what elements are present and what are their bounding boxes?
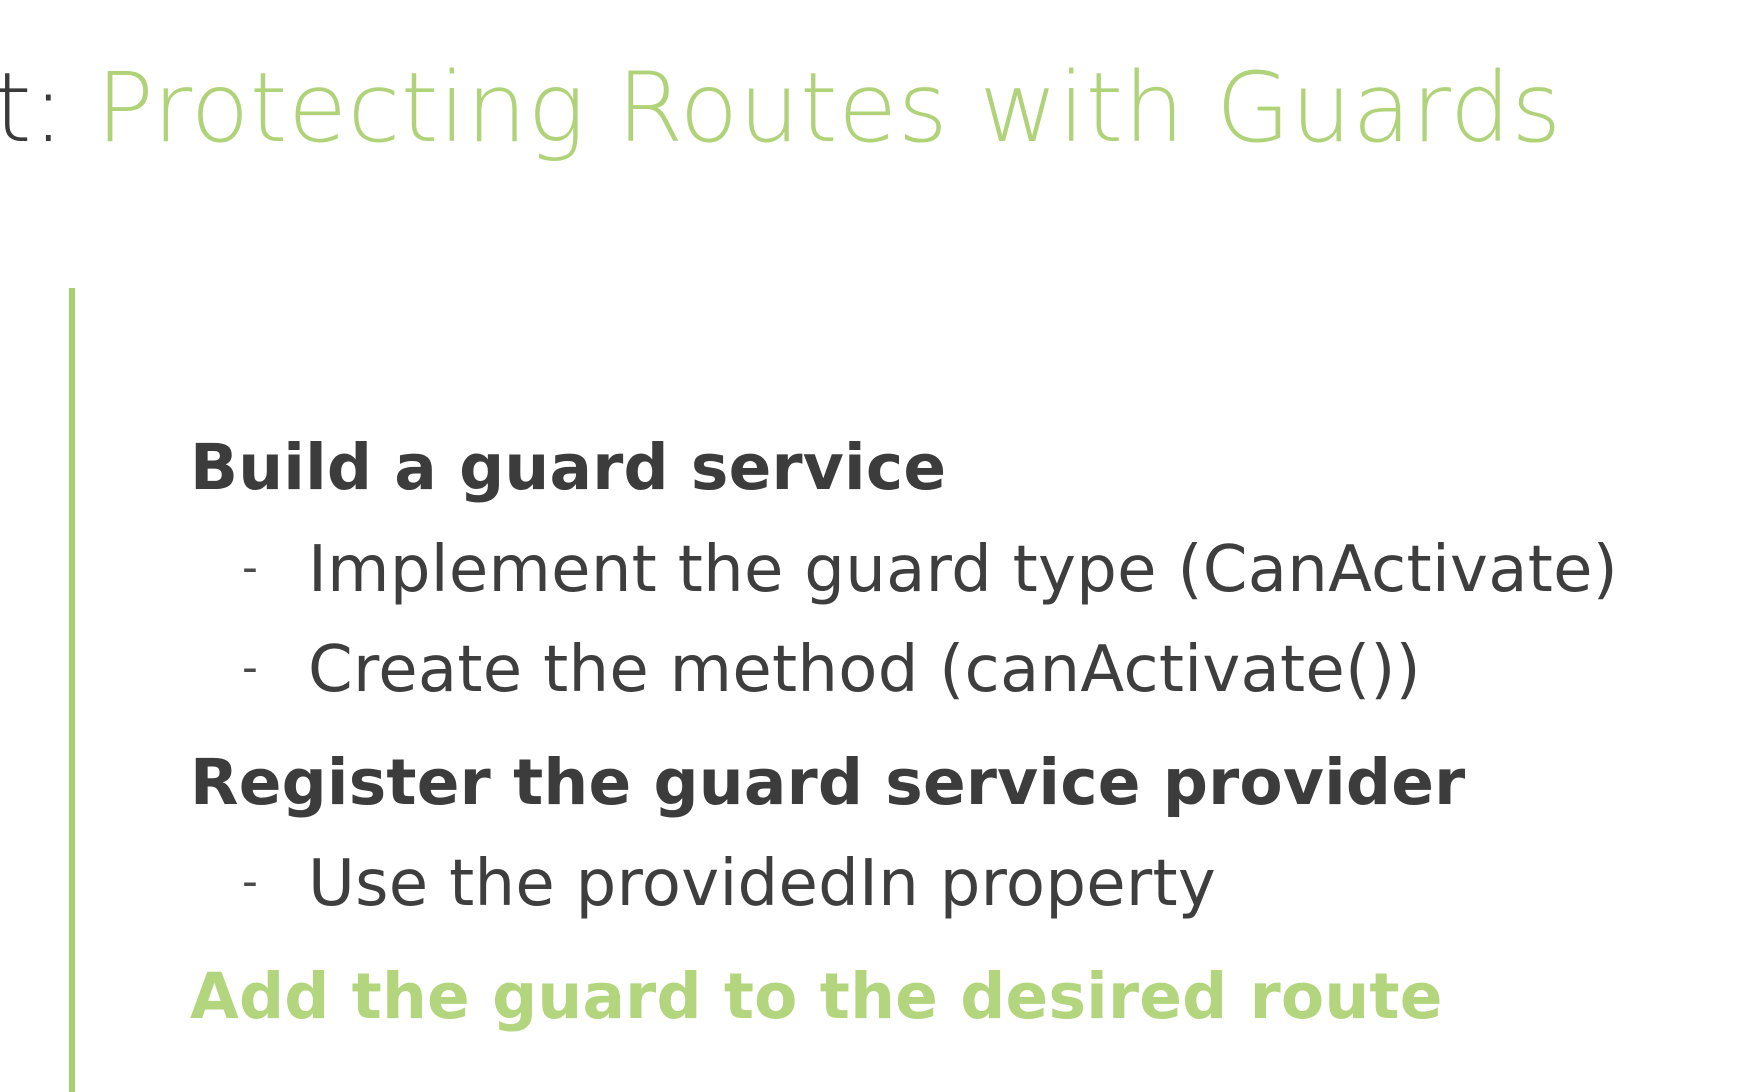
list-item: - Implement the guard type (CanActivate) [190,520,1730,620]
section-add-guard: Add the guard to the desired route [190,959,1730,1035]
list-item: - Create the method (canActivate()) [190,620,1730,720]
dash-bullet-icon: - [242,642,259,694]
sub-list: - Use the providedIn property [190,834,1730,934]
list-item: - Use the providedIn property [190,834,1730,934]
section-heading: Register the guard service provider [190,745,1466,819]
list-item-text: Use the providedIn property [308,847,1217,922]
slide-content: Build a guard service - Implement the gu… [190,430,1730,1034]
slide-title: t: Protecting Routes with Guards [0,60,1562,156]
sub-list: - Implement the guard type (CanActivate)… [190,520,1730,721]
section-register-provider: Register the guard service provider - Us… [190,745,1730,935]
list-item-text: Implement the guard type (CanActivate) [308,532,1619,607]
dash-bullet-icon: - [242,856,259,908]
section-heading-highlighted: Add the guard to the desired route [190,959,1443,1033]
section-build-guard: Build a guard service - Implement the gu… [190,430,1730,721]
accent-bar [69,288,75,1092]
slide-title-main: Protecting Routes with Guards [96,52,1562,164]
section-heading: Build a guard service [190,431,947,504]
dash-bullet-icon: - [242,541,259,593]
list-item-text: Create the method (canActivate()) [308,633,1421,708]
slide-title-prefix: t: [0,52,96,164]
